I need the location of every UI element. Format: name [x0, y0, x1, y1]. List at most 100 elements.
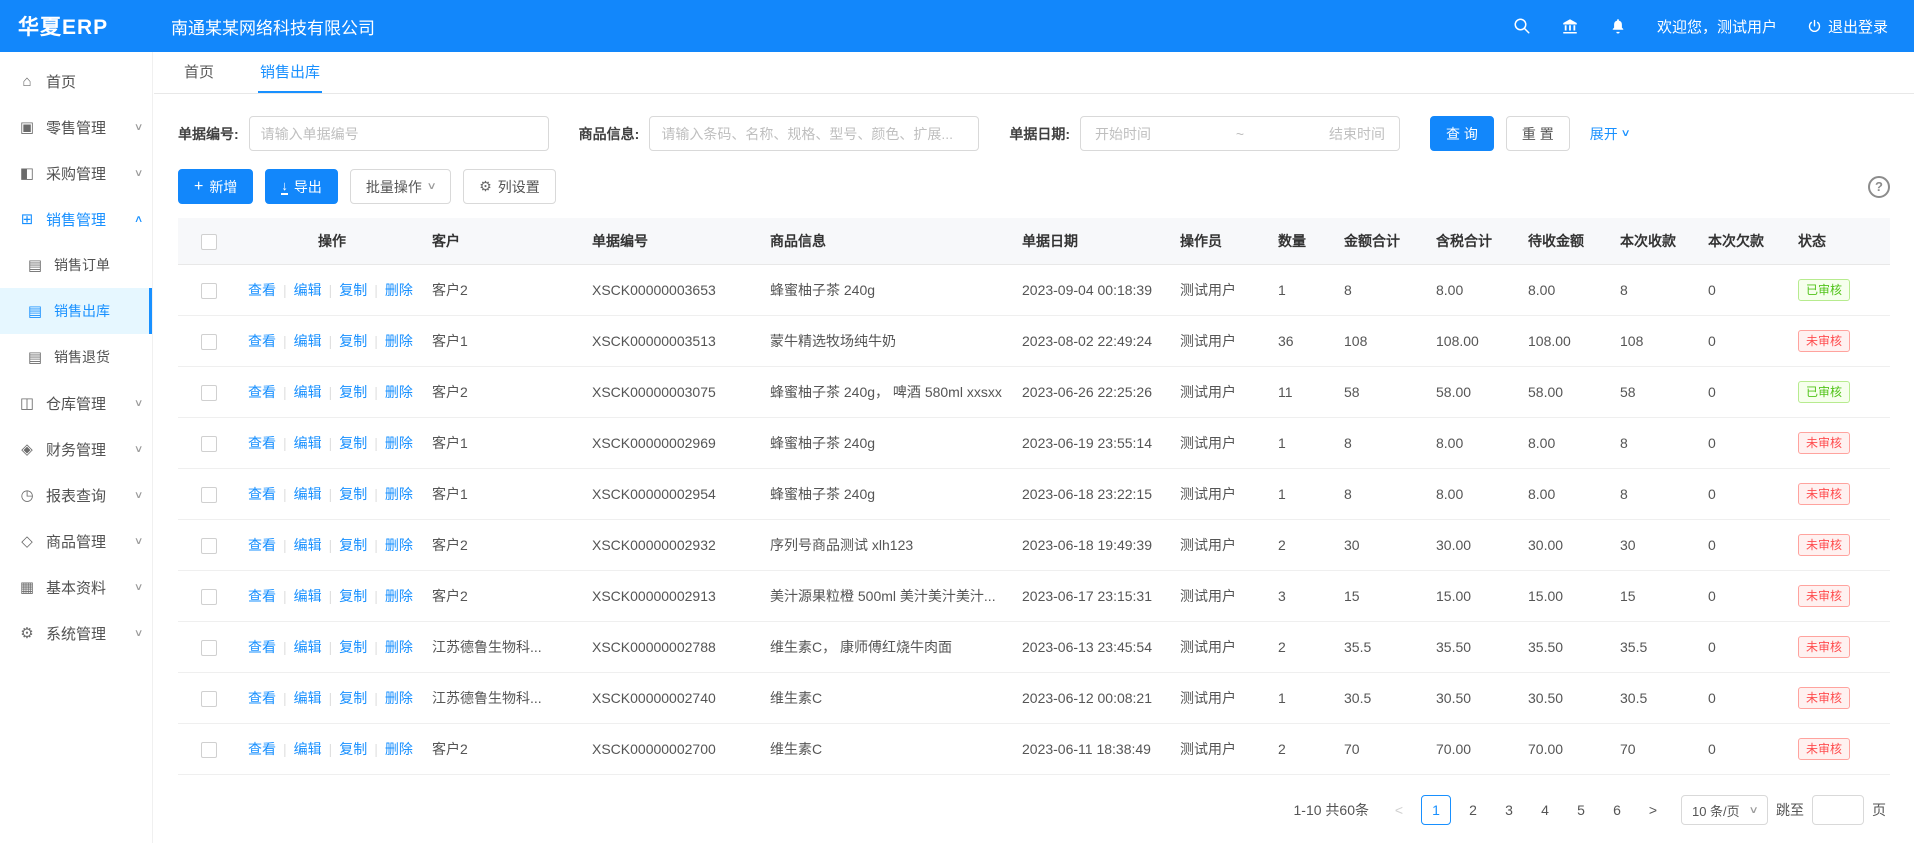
tab-sale-out[interactable]: 销售出库 — [258, 52, 322, 93]
sidebar-item-sale-return[interactable]: ▤销售退货 — [0, 334, 152, 380]
sidebar-item-retail[interactable]: ▣零售管理∨ — [0, 104, 152, 150]
row-checkbox[interactable] — [201, 334, 217, 350]
cell-actions: 查看|编辑|复制|删除 — [240, 673, 424, 724]
batch-operations-button[interactable]: 批量操作 ∨ — [350, 169, 451, 204]
pagination-page-1[interactable]: 1 — [1421, 795, 1451, 825]
pagination-page-2[interactable]: 2 — [1459, 795, 1487, 825]
sidebar-item-report[interactable]: ◷报表查询∨ — [0, 472, 152, 518]
action-delete[interactable]: 删除 — [385, 588, 413, 604]
action-delete[interactable]: 删除 — [385, 384, 413, 400]
sidebar-item-purchase[interactable]: ◧采购管理∨ — [0, 150, 152, 196]
action-edit[interactable]: 编辑 — [294, 639, 322, 655]
sidebar-item-warehouse[interactable]: ◫仓库管理∨ — [0, 380, 152, 426]
row-checkbox[interactable] — [201, 538, 217, 554]
date-range-picker[interactable]: 开始时间 ~ 结束时间 — [1080, 116, 1400, 151]
cell-status: 未审核 — [1790, 622, 1890, 673]
bill-no-input[interactable] — [249, 116, 549, 151]
sidebar-item-sale-order[interactable]: ▤销售订单 — [0, 242, 152, 288]
action-delete[interactable]: 删除 — [385, 333, 413, 349]
reset-button[interactable]: 重 置 — [1506, 116, 1570, 151]
pagination-page-6[interactable]: 6 — [1603, 795, 1631, 825]
action-view[interactable]: 查看 — [248, 333, 276, 349]
row-checkbox[interactable] — [201, 385, 217, 401]
platform-icon[interactable] — [1561, 17, 1579, 35]
row-checkbox[interactable] — [201, 640, 217, 656]
action-copy[interactable]: 复制 — [339, 486, 367, 502]
action-edit[interactable]: 编辑 — [294, 333, 322, 349]
pagination-page-3[interactable]: 3 — [1495, 795, 1523, 825]
jump-page-input[interactable] — [1812, 795, 1864, 825]
row-checkbox[interactable] — [201, 487, 217, 503]
pagination-page-5[interactable]: 5 — [1567, 795, 1595, 825]
export-button[interactable]: ↓ 导出 — [265, 169, 338, 204]
action-edit[interactable]: 编辑 — [294, 588, 322, 604]
notification-icon[interactable] — [1609, 17, 1627, 35]
sidebar-item-sale[interactable]: ⊞销售管理∧ — [0, 196, 152, 242]
help-icon[interactable]: ? — [1868, 176, 1890, 198]
status-badge: 已审核 — [1798, 381, 1850, 403]
pagination-next[interactable]: > — [1639, 795, 1667, 825]
row-checkbox[interactable] — [201, 742, 217, 758]
action-copy[interactable]: 复制 — [339, 333, 367, 349]
sidebar-item-system[interactable]: ⚙系统管理∨ — [0, 610, 152, 656]
expand-link[interactable]: 展开 ∨ — [1590, 124, 1629, 144]
row-checkbox[interactable] — [201, 589, 217, 605]
pagination-prev[interactable]: < — [1385, 795, 1413, 825]
action-delete[interactable]: 删除 — [385, 690, 413, 706]
tab-home[interactable]: 首页 — [182, 52, 216, 93]
action-edit[interactable]: 编辑 — [294, 690, 322, 706]
cell-pending-amount: 30.50 — [1520, 673, 1612, 724]
action-view[interactable]: 查看 — [248, 486, 276, 502]
action-copy[interactable]: 复制 — [339, 435, 367, 451]
action-view[interactable]: 查看 — [248, 435, 276, 451]
action-edit[interactable]: 编辑 — [294, 741, 322, 757]
sidebar-item-home[interactable]: ⌂首页 — [0, 58, 152, 104]
action-view[interactable]: 查看 — [248, 384, 276, 400]
action-delete[interactable]: 删除 — [385, 282, 413, 298]
cell-customer: 江苏德鲁生物科... — [424, 622, 584, 673]
action-copy[interactable]: 复制 — [339, 282, 367, 298]
action-view[interactable]: 查看 — [248, 537, 276, 553]
sidebar-item-basedata[interactable]: ▦基本资料∨ — [0, 564, 152, 610]
row-checkbox[interactable] — [201, 436, 217, 452]
action-delete[interactable]: 删除 — [385, 537, 413, 553]
chevron-down-icon: ∨ — [134, 444, 144, 455]
action-edit[interactable]: 编辑 — [294, 435, 322, 451]
action-copy[interactable]: 复制 — [339, 690, 367, 706]
action-copy[interactable]: 复制 — [339, 639, 367, 655]
sidebar-item-sale-out[interactable]: ▤销售出库 — [0, 288, 152, 334]
sidebar-item-finance[interactable]: ◈财务管理∨ — [0, 426, 152, 472]
logout-button[interactable]: 退出登录 — [1807, 16, 1888, 37]
action-edit[interactable]: 编辑 — [294, 384, 322, 400]
action-delete[interactable]: 删除 — [385, 435, 413, 451]
col-header-4: 单据日期 — [1014, 218, 1172, 265]
add-button[interactable]: + 新增 — [178, 169, 253, 204]
page-size-select[interactable]: 10 条/页∨ — [1681, 795, 1768, 825]
search-button[interactable]: 查 询 — [1430, 116, 1494, 151]
row-checkbox[interactable] — [201, 283, 217, 299]
action-edit[interactable]: 编辑 — [294, 282, 322, 298]
row-checkbox[interactable] — [201, 691, 217, 707]
action-copy[interactable]: 复制 — [339, 384, 367, 400]
sidebar-item-product[interactable]: ◇商品管理∨ — [0, 518, 152, 564]
action-copy[interactable]: 复制 — [339, 588, 367, 604]
pagination-page-4[interactable]: 4 — [1531, 795, 1559, 825]
product-info-input[interactable] — [649, 116, 979, 151]
action-copy[interactable]: 复制 — [339, 537, 367, 553]
column-settings-button[interactable]: ⚙ 列设置 — [463, 169, 556, 204]
action-view[interactable]: 查看 — [248, 588, 276, 604]
action-delete[interactable]: 删除 — [385, 741, 413, 757]
action-view[interactable]: 查看 — [248, 639, 276, 655]
action-view[interactable]: 查看 — [248, 282, 276, 298]
action-view[interactable]: 查看 — [248, 741, 276, 757]
action-delete[interactable]: 删除 — [385, 486, 413, 502]
action-copy[interactable]: 复制 — [339, 741, 367, 757]
action-edit[interactable]: 编辑 — [294, 486, 322, 502]
action-delete[interactable]: 删除 — [385, 639, 413, 655]
action-view[interactable]: 查看 — [248, 690, 276, 706]
filter-bar: 单据编号: 商品信息: 单据日期: 开始时间 ~ 结束时间 查 询 重 置 展开… — [154, 94, 1914, 157]
header-checkbox[interactable] — [201, 234, 217, 250]
search-icon[interactable] — [1513, 17, 1531, 35]
action-edit[interactable]: 编辑 — [294, 537, 322, 553]
app-logo[interactable]: 华夏ERP — [0, 11, 153, 41]
